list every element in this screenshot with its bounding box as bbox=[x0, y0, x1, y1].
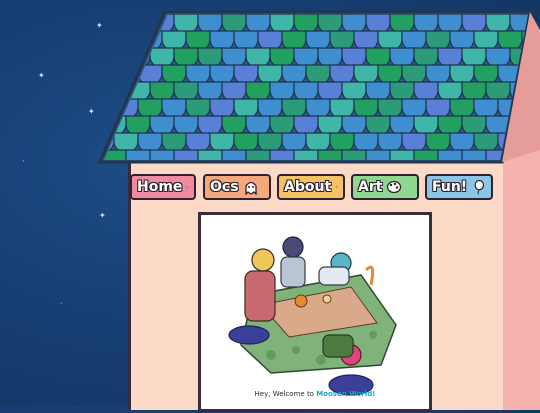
ghost-icon bbox=[243, 179, 259, 195]
roof-shingle bbox=[150, 150, 174, 170]
roof-shingle bbox=[78, 150, 102, 170]
roof-shingle bbox=[90, 31, 114, 51]
roof-shingle bbox=[102, 82, 126, 102]
star-decoration: · bbox=[60, 300, 63, 308]
main-nav: Home Ocs About Art Fun! bbox=[128, 170, 500, 204]
roof-shingle bbox=[198, 150, 222, 170]
welcome-prefix: Hey, Welcome to bbox=[255, 390, 317, 398]
home-button[interactable]: Home bbox=[130, 174, 196, 200]
roof-shingle bbox=[78, 116, 102, 136]
roof-shingle bbox=[522, 167, 540, 170]
roof-shingle bbox=[78, 82, 102, 102]
artwork-frame bbox=[198, 212, 432, 412]
home-label: Home bbox=[137, 179, 182, 195]
art-label: Art bbox=[358, 179, 382, 195]
roof-shingle bbox=[102, 14, 126, 34]
home-icon bbox=[186, 179, 189, 195]
star-decoration: ✦ bbox=[99, 212, 106, 220]
artwork-illustration bbox=[201, 215, 429, 409]
roof-shingle bbox=[102, 48, 126, 68]
ocs-label: Ocs bbox=[210, 179, 239, 195]
fun-button[interactable]: Fun! bbox=[425, 174, 493, 200]
roof-shingle bbox=[438, 150, 462, 170]
roof-shingle bbox=[78, 14, 102, 34]
roof-shingle bbox=[270, 150, 294, 170]
roof-shingle bbox=[78, 48, 102, 68]
roof-shingle bbox=[126, 150, 150, 170]
roof-shingle bbox=[90, 65, 114, 85]
roof-shingle bbox=[462, 150, 486, 170]
roof-shingle bbox=[126, 14, 150, 34]
question-icon bbox=[335, 179, 338, 195]
welcome-text: Hey, Welcome to Moosen World! bbox=[198, 390, 432, 398]
roof-shingle bbox=[222, 150, 246, 170]
roof-shingle bbox=[114, 31, 138, 51]
roof-shingle bbox=[342, 150, 366, 170]
roof-shingle bbox=[414, 150, 438, 170]
roof-shingle bbox=[390, 150, 414, 170]
fun-label: Fun! bbox=[432, 179, 467, 195]
about-label: About bbox=[284, 179, 331, 195]
balloon-icon bbox=[471, 179, 486, 195]
roof-shingle bbox=[246, 150, 270, 170]
about-button[interactable]: About bbox=[277, 174, 345, 200]
roof-shingle bbox=[366, 150, 390, 170]
palette-icon bbox=[386, 179, 402, 195]
roof-shingle bbox=[498, 167, 522, 170]
roof-shingle bbox=[294, 150, 318, 170]
roof bbox=[0, 0, 540, 170]
roof-shingle bbox=[90, 99, 114, 119]
roof-shingle bbox=[318, 150, 342, 170]
roof-shingle bbox=[90, 167, 114, 170]
art-button[interactable]: Art bbox=[351, 174, 419, 200]
site-name-link[interactable]: Moosen World! bbox=[316, 390, 375, 398]
ocs-button[interactable]: Ocs bbox=[203, 174, 271, 200]
roof-shingle bbox=[174, 150, 198, 170]
